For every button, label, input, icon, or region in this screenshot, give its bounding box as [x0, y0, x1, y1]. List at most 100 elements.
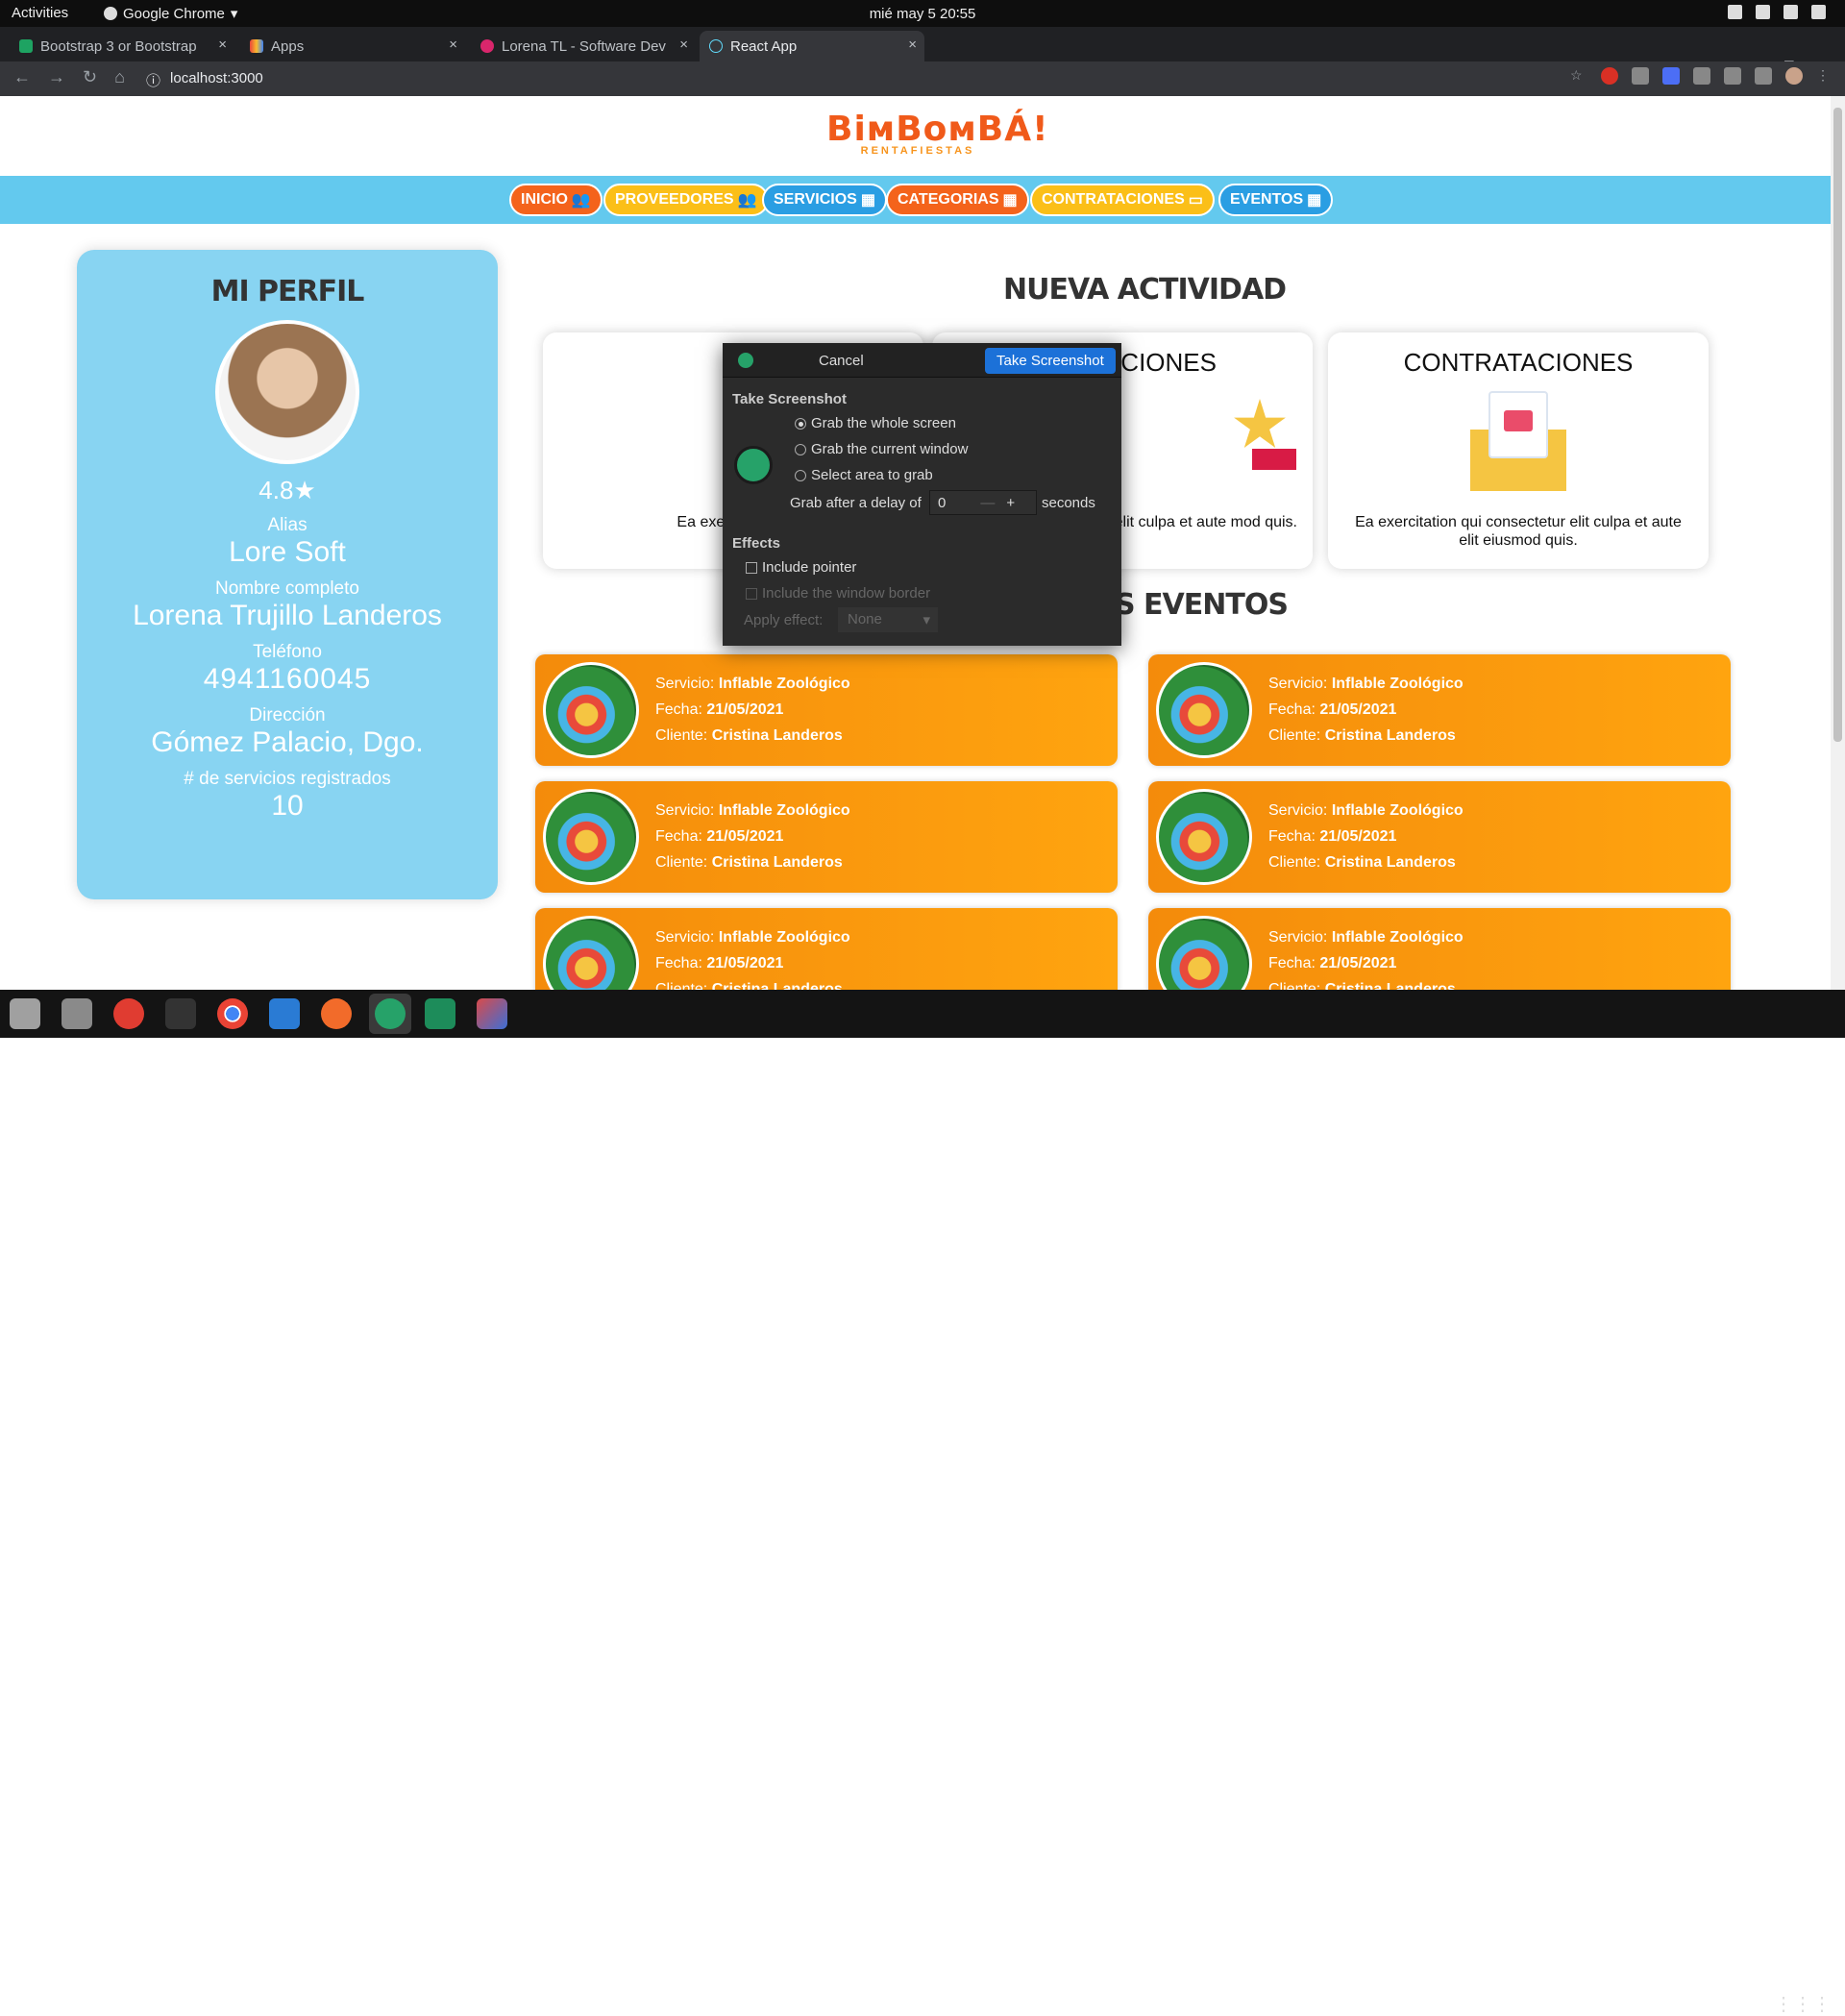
extension-icon[interactable]: [1632, 67, 1649, 85]
app-icon[interactable]: [477, 998, 507, 1029]
tab-lorena[interactable]: Lorena TL - Software Dev ×: [471, 31, 696, 61]
tab-label: Bootstrap 3 or Bootstrap: [40, 37, 197, 55]
radio-icon[interactable]: [795, 469, 806, 481]
option-select-area[interactable]: Select area to grab: [795, 467, 933, 483]
client-value: Cristina Landeros: [711, 727, 843, 744]
service-value: Inflable Zoológico: [1331, 676, 1464, 692]
tab-bootstrap[interactable]: Bootstrap 3 or Bootstrap ×: [10, 31, 234, 61]
page-scrollbar[interactable]: [1831, 96, 1845, 990]
site-logo[interactable]: BiмBoмBÁ! RENTAFIESTAS: [826, 110, 1048, 157]
event-client-row: Cliente: Cristina Landeros: [655, 976, 850, 990]
service-value: Inflable Zoológico: [1331, 929, 1464, 946]
client-label: Cliente:: [1268, 854, 1321, 871]
inflatable-image: [1156, 662, 1252, 758]
w3-icon: [19, 39, 33, 53]
forward-icon[interactable]: →: [48, 67, 65, 87]
cancel-button[interactable]: Cancel: [819, 353, 864, 369]
radio-icon[interactable]: [795, 443, 806, 455]
event-client-row: Cliente: Cristina Landeros: [655, 723, 850, 749]
card-desc: Ea exercitation qui consectetur elit cul…: [1355, 514, 1682, 549]
event-card[interactable]: Servicio: Inflable Zoológico Fecha: 21/05…: [1148, 781, 1731, 893]
nav-inicio[interactable]: INICIO 👥: [509, 184, 603, 216]
mongodb-icon[interactable]: [425, 998, 455, 1029]
event-card[interactable]: Servicio: Inflable Zoológico Fecha: 21/05…: [535, 781, 1118, 893]
chrome-icon[interactable]: [217, 998, 248, 1029]
adblock-icon[interactable]: [1601, 67, 1618, 85]
nav-label: SERVICIOS: [774, 191, 857, 208]
puzzle-icon[interactable]: [1755, 67, 1772, 85]
help-icon[interactable]: [113, 998, 144, 1029]
minus-icon[interactable]: —: [980, 495, 995, 511]
translate-icon[interactable]: [1662, 67, 1680, 85]
show-apps-icon[interactable]: ⋮⋮⋮: [1774, 1992, 1832, 2016]
take-screenshot-button[interactable]: Take Screenshot: [985, 348, 1116, 374]
client-value: Cristina Landeros: [711, 981, 843, 990]
info-icon[interactable]: ⓘ: [146, 70, 160, 89]
star-icon[interactable]: ☆: [1570, 67, 1587, 85]
close-icon[interactable]: ×: [449, 37, 457, 53]
nav-label: CONTRATACIONES: [1042, 191, 1185, 208]
option-whole-screen[interactable]: Grab the whole screen: [795, 415, 956, 431]
close-icon[interactable]: ×: [908, 37, 917, 53]
plus-icon[interactable]: +: [1006, 495, 1015, 511]
event-card[interactable]: Servicio: Inflable Zoológico Fecha: 21/05…: [1148, 654, 1731, 766]
terminal-icon[interactable]: [165, 998, 196, 1029]
reload-icon[interactable]: ↻: [83, 67, 97, 87]
section-effects: Effects: [732, 535, 781, 552]
postman-icon[interactable]: [321, 998, 352, 1029]
inflatable-image: [1156, 916, 1252, 990]
event-card[interactable]: Servicio: Inflable Zoológico Fecha: 21/05…: [535, 908, 1118, 990]
include-border-checkbox: Include the window border: [746, 585, 930, 602]
profile-card: MI PERFIL 4.8★ Alias Lore Soft Nombre co…: [77, 250, 498, 899]
nav-eventos[interactable]: EVENTOS ▦: [1218, 184, 1334, 216]
tab-label: Apps: [271, 37, 305, 55]
system-top-bar: Activities Google Chrome ▾ mié may 5 20∶5…: [0, 0, 1845, 27]
vscode-icon[interactable]: [269, 998, 300, 1029]
checkbox-icon[interactable]: [746, 561, 757, 574]
files-icon[interactable]: [10, 998, 40, 1029]
tab-react-app[interactable]: React App ×: [700, 31, 924, 61]
close-icon[interactable]: ×: [218, 37, 227, 53]
scrollbar-thumb[interactable]: [1833, 108, 1842, 742]
screenshot-icon[interactable]: [1724, 67, 1741, 85]
screenshot-dialog: Cancel Take Screenshot Take Screenshot G…: [723, 343, 1121, 646]
service-value: Inflable Zoológico: [718, 802, 850, 819]
extensions: ☆ ⋮: [1570, 67, 1833, 85]
profile-title: MI PERFIL: [210, 275, 365, 308]
checkbox-checked-icon: [746, 587, 757, 600]
nav-categorias[interactable]: CATEGORIAS ▦: [886, 184, 1029, 216]
screenshot-dock-item[interactable]: [369, 994, 411, 1034]
alias-label: Alias: [267, 515, 308, 535]
event-card[interactable]: Servicio: Inflable Zoológico Fecha: 21/05…: [1148, 908, 1731, 990]
events-title: S EVENTOS: [1115, 588, 1289, 622]
nav-servicios[interactable]: SERVICIOS ▦: [762, 184, 887, 216]
tab-apps[interactable]: Apps ×: [240, 31, 465, 61]
profile-avatar[interactable]: [1785, 67, 1803, 85]
include-pointer-checkbox[interactable]: Include pointer: [746, 559, 856, 576]
option-label: Grab the current window: [811, 441, 969, 457]
event-card[interactable]: Servicio: Inflable Zoológico Fecha: 21/05…: [535, 654, 1118, 766]
delay-value[interactable]: 0: [938, 495, 946, 511]
event-service-row: Servicio: Inflable Zoológico: [1268, 798, 1464, 824]
cake-icon: ▦: [1002, 192, 1018, 209]
nav-proveedores[interactable]: PROVEEDORES 👥: [603, 184, 769, 216]
battery-icon: [1784, 5, 1798, 19]
url-field[interactable]: ⓘ localhost:3000: [138, 65, 1541, 92]
delay-unit: seconds: [1042, 495, 1095, 511]
radio-selected-icon[interactable]: [795, 417, 806, 430]
home-icon[interactable]: ⌂: [114, 67, 125, 87]
date-value: 21/05/2021: [706, 701, 784, 718]
software-icon[interactable]: [62, 998, 92, 1029]
delay-spinner[interactable]: 0 — +: [929, 490, 1037, 515]
event-client-row: Cliente: Cristina Landeros: [1268, 723, 1464, 749]
nav-contrataciones[interactable]: CONTRATACIONES ▭: [1030, 184, 1215, 216]
close-icon[interactable]: ×: [679, 37, 688, 53]
clock[interactable]: mié may 5 20∶55: [0, 5, 1845, 22]
back-icon[interactable]: ←: [13, 67, 31, 87]
kebab-menu-icon[interactable]: ⋮: [1816, 67, 1833, 85]
address-label: Dirección: [249, 705, 326, 725]
extension-icon[interactable]: [1693, 67, 1710, 85]
option-current-window[interactable]: Grab the current window: [795, 441, 968, 457]
system-tray[interactable]: [1728, 5, 1826, 19]
card-contrataciones[interactable]: CONTRATACIONES Ea exercitation qui conse…: [1328, 332, 1709, 569]
